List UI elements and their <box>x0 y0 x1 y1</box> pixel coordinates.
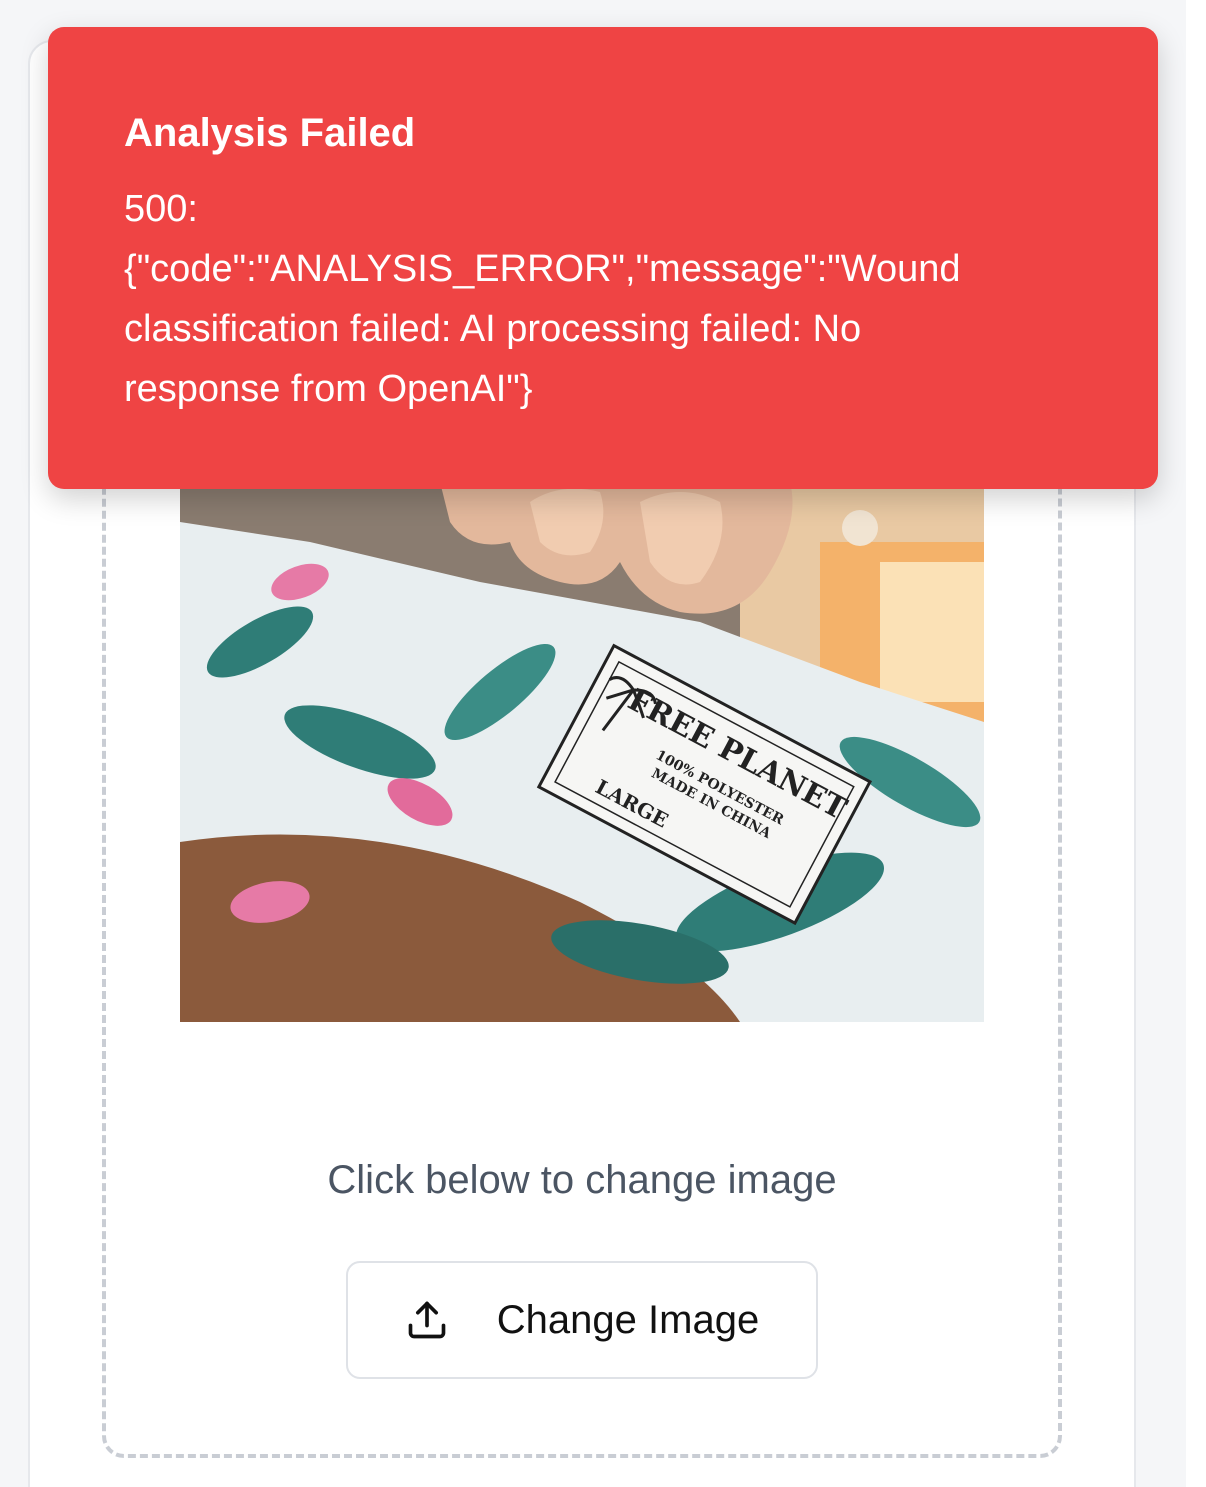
change-image-hint: Click below to change image <box>327 1158 837 1202</box>
uploaded-image-preview: FREE PLANET 100% POLYESTER MADE IN CHINA… <box>180 482 984 1022</box>
toast-message: 500: {"code":"ANALYSIS_ERROR","message":… <box>124 188 961 410</box>
scroll-gutter <box>1186 0 1206 1487</box>
toast-title: Analysis Failed <box>124 111 416 155</box>
error-toast[interactable]: Analysis Failed 500: {"code":"ANALYSIS_E… <box>48 27 1158 489</box>
change-image-button-label: Change Image <box>496 1297 760 1342</box>
upload-icon <box>408 1301 446 1339</box>
page: FREE PLANET 100% POLYESTER MADE IN CHINA… <box>0 0 1206 1487</box>
change-image-button[interactable]: Change Image <box>346 1261 818 1379</box>
